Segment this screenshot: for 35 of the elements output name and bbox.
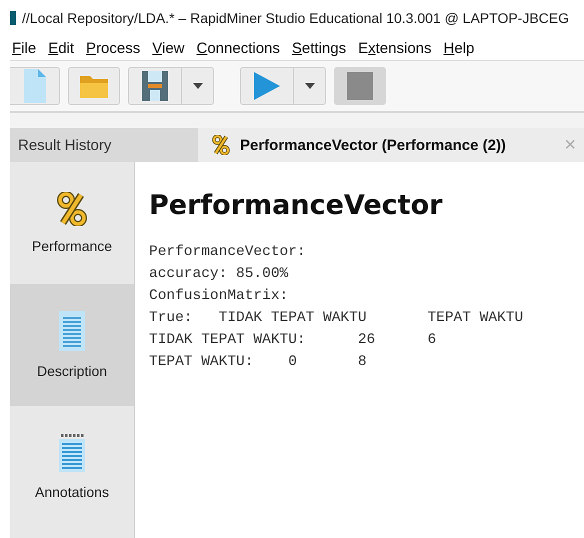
document-icon <box>59 311 85 351</box>
result-line: PerformanceVector: <box>149 243 307 262</box>
menu-item[interactable]: Settings <box>292 40 358 56</box>
result-line: TEPAT WAKTU: 0 8 <box>149 353 368 372</box>
menu-item[interactable]: Edit <box>48 40 86 56</box>
new-file-icon <box>24 69 46 103</box>
folder-icon <box>80 74 108 98</box>
caret-icon <box>304 83 314 89</box>
save-button[interactable] <box>128 67 214 105</box>
caret-icon <box>192 83 202 89</box>
play-icon <box>254 72 280 100</box>
open-button[interactable] <box>68 67 120 105</box>
percent-icon <box>212 135 230 155</box>
menu-item[interactable]: Connections <box>196 40 292 56</box>
percent-icon <box>57 192 87 226</box>
stop-icon <box>347 72 373 100</box>
app-logo-icon <box>10 11 16 25</box>
new-button[interactable] <box>10 67 60 105</box>
result-line: TIDAK TEPAT WAKTU: 26 6 <box>149 331 438 350</box>
page-heading: PerformanceVector <box>149 190 444 221</box>
menu-item[interactable]: Process <box>86 40 152 56</box>
sidebar-item[interactable]: Description <box>10 284 134 406</box>
tab[interactable]: PerformanceVector (Performance (2)) × <box>198 128 584 162</box>
menu-item[interactable]: File <box>12 40 48 56</box>
menu-item[interactable]: View <box>152 40 196 56</box>
result-line: True: TIDAK TEPAT WAKTU TEPAT WAKTU <box>149 309 524 328</box>
notepad-icon <box>59 434 85 472</box>
menu-item[interactable]: Extensions <box>358 40 444 56</box>
result-line: ConfusionMatrix: <box>149 287 290 306</box>
run-button[interactable] <box>240 67 326 105</box>
tab[interactable]: Result History <box>10 128 198 162</box>
result-line: accuracy: 85.00% <box>149 265 290 284</box>
menu-item[interactable]: Help <box>444 40 486 56</box>
save-icon <box>142 71 168 101</box>
window-title: //Local Repository/LDA.* – RapidMiner Studio Educational 10.3.001 @ LAPTOP-JBCEG <box>22 10 570 26</box>
